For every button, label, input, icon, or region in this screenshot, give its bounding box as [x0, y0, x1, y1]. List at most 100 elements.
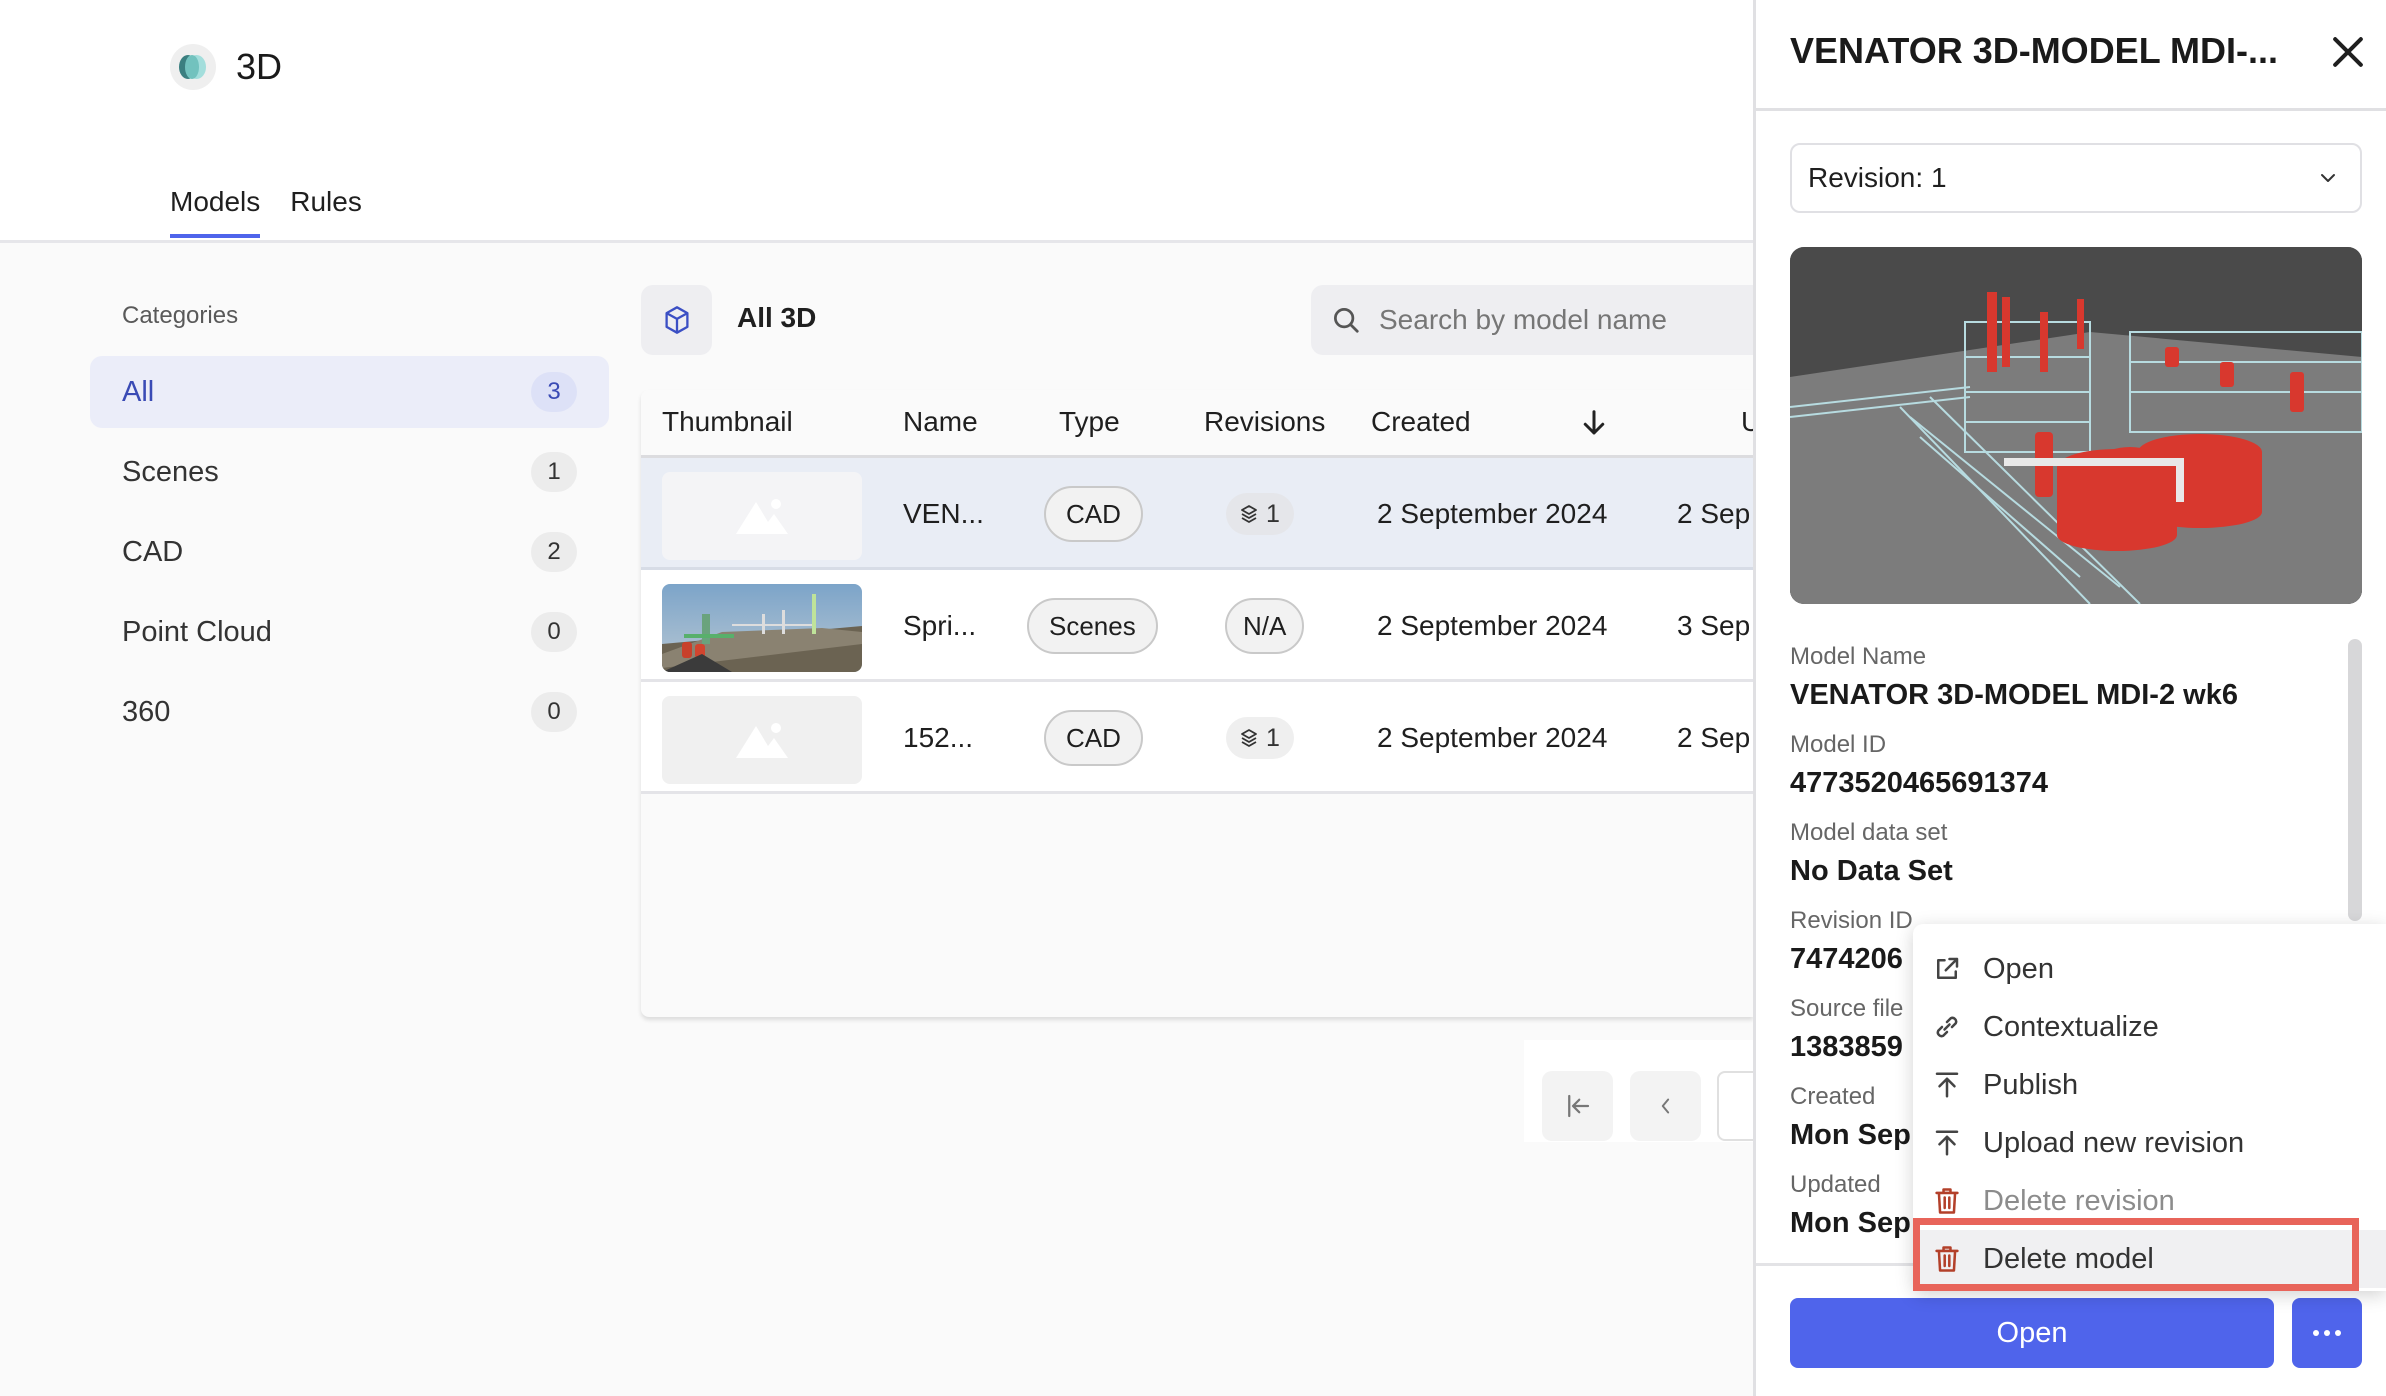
link-icon — [1929, 1009, 1965, 1045]
scene-thumbnail-image — [662, 584, 862, 672]
app-header: 3D Models Rules — [0, 0, 1753, 243]
detail-model-data-set: Model data set No Data Set — [1790, 819, 1953, 887]
first-page-icon — [1567, 1094, 1589, 1118]
created-date: 2 September 2024 — [1377, 498, 1608, 529]
menu-item-label: Upload new revision — [1983, 1126, 2245, 1159]
type-pill: CAD — [1044, 486, 1143, 542]
close-panel-button[interactable] — [2326, 30, 2370, 74]
category-item-scenes[interactable]: Scenes 1 — [90, 436, 609, 508]
column-header-revisions[interactable]: Revisions — [1204, 406, 1325, 438]
revision-na-pill: N/A — [1225, 598, 1305, 654]
section-icon-button — [641, 285, 712, 355]
search-input[interactable] — [1379, 304, 1739, 336]
category-label: Point Cloud — [122, 615, 272, 648]
image-placeholder-icon — [736, 723, 788, 758]
tab-models[interactable]: Models — [170, 186, 261, 238]
revision-count: 1 — [1266, 723, 1280, 752]
more-horizontal-icon — [2313, 1330, 2319, 1336]
scene-thumbnail — [662, 584, 862, 672]
category-label: 360 — [122, 695, 171, 728]
3d-app-logo-icon — [170, 44, 216, 90]
sort-descending-icon[interactable] — [1581, 408, 1607, 445]
table-header: Thumbnail Name Type Revisions Created U — [641, 390, 1753, 458]
category-label: All — [122, 375, 155, 408]
detail-model-id: Model ID 4773520465691374 — [1790, 731, 2049, 799]
image-placeholder-icon — [736, 499, 788, 534]
updated-date: 3 Sep — [1677, 610, 1751, 641]
category-list: All 3 Scenes 1 CAD 2 Point Cloud 0 360 0 — [90, 356, 609, 756]
column-header-thumbnail[interactable]: Thumbnail — [662, 406, 793, 438]
menu-item-contextualize[interactable]: Contextualize — [1913, 998, 2386, 1056]
type-pill: Scenes — [1027, 598, 1158, 654]
section-title: All 3D — [737, 302, 817, 333]
created-date: 2 September 2024 — [1377, 610, 1608, 641]
search-box[interactable] — [1311, 285, 1753, 355]
menu-item-publish[interactable]: Publish — [1913, 1056, 2386, 1114]
column-header-name[interactable]: Name — [903, 406, 978, 438]
more-actions-menu: Open Contextualize Publish Upload new re… — [1913, 924, 2386, 1291]
menu-item-label: Publish — [1983, 1068, 2079, 1101]
menu-item-upload-new-revision[interactable]: Upload new revision — [1913, 1114, 2386, 1172]
revision-badge: 1 — [1226, 717, 1294, 759]
open-model-button[interactable]: Open — [1790, 1298, 2274, 1368]
table-row[interactable]: VEN... CAD 1 2 September 2024 2 Sep — [641, 458, 1753, 570]
pagination — [1524, 1040, 1777, 1142]
column-header-updated[interactable]: U — [1741, 406, 1753, 438]
revision-select-value: Revision: 1 — [1808, 162, 1947, 193]
created-date: 2 September 2024 — [1377, 722, 1608, 753]
updated-date: 2 Sep — [1677, 722, 1751, 753]
menu-item-label: Contextualize — [1983, 1010, 2159, 1043]
more-actions-button[interactable] — [2292, 1298, 2362, 1368]
search-icon — [1334, 308, 1359, 333]
menu-item-label: Open — [1983, 952, 2054, 985]
category-label: Scenes — [122, 455, 219, 488]
close-icon — [2333, 37, 2363, 67]
category-label: CAD — [122, 535, 184, 568]
layers-icon — [1241, 729, 1257, 747]
table-row[interactable]: Spri... Scenes N/A 2 September 2024 3 Se… — [641, 570, 1753, 682]
model-name: Spri... — [903, 610, 977, 641]
trash-icon — [1929, 1183, 1965, 1219]
tab-bar: Models Rules — [170, 186, 362, 238]
trash-icon — [1929, 1241, 1965, 1277]
external-link-icon — [1929, 951, 1965, 987]
category-count-badge: 0 — [531, 692, 577, 732]
cube-icon — [664, 306, 689, 334]
previous-page-button[interactable] — [1630, 1071, 1701, 1141]
details-scrollbar[interactable] — [2348, 639, 2362, 921]
revision-count: 1 — [1266, 499, 1280, 528]
upload-icon — [1929, 1067, 1965, 1103]
divider — [1756, 108, 2386, 111]
menu-item-open[interactable]: Open — [1913, 940, 2386, 998]
chevron-down-icon — [2321, 174, 2335, 182]
category-item-360[interactable]: 360 0 — [90, 676, 609, 748]
menu-item-delete-model[interactable]: Delete model — [1913, 1230, 2386, 1288]
model-name: 152... — [903, 722, 974, 753]
revision-badge: 1 — [1226, 493, 1294, 535]
category-count-badge: 0 — [531, 612, 577, 652]
category-count-badge: 2 — [531, 532, 577, 572]
chevron-left-icon — [1661, 1098, 1669, 1114]
app-title: 3D — [236, 46, 283, 87]
thumbnail-placeholder — [662, 472, 862, 560]
first-page-button[interactable] — [1542, 1071, 1613, 1141]
table-row[interactable]: 152... CAD 1 2 September 2024 2 Sep — [641, 682, 1753, 794]
updated-date: 2 Sep — [1677, 498, 1751, 529]
layers-icon — [1241, 505, 1257, 523]
menu-item-delete-revision[interactable]: Delete revision — [1913, 1172, 2386, 1230]
category-item-cad[interactable]: CAD 2 — [90, 516, 609, 588]
column-header-type[interactable]: Type — [1059, 406, 1120, 438]
column-header-created[interactable]: Created — [1371, 406, 1471, 438]
category-item-all[interactable]: All 3 — [90, 356, 609, 428]
thumbnail-placeholder — [662, 696, 862, 784]
menu-item-label: Delete revision — [1983, 1184, 2175, 1217]
category-item-point-cloud[interactable]: Point Cloud 0 — [90, 596, 609, 668]
models-table: Thumbnail Name Type Revisions Created U … — [641, 390, 1753, 1017]
type-pill: CAD — [1044, 710, 1143, 766]
revision-select[interactable]: Revision: 1 — [1790, 143, 2362, 213]
model-name: VEN... — [903, 498, 984, 529]
menu-item-label: Delete model — [1983, 1242, 2154, 1275]
detail-model-name: Model Name VENATOR 3D-MODEL MDI-2 wk6 — [1790, 643, 2238, 711]
panel-title: VENATOR 3D-MODEL MDI-... — [1790, 30, 2279, 71]
tab-rules[interactable]: Rules — [290, 186, 362, 238]
